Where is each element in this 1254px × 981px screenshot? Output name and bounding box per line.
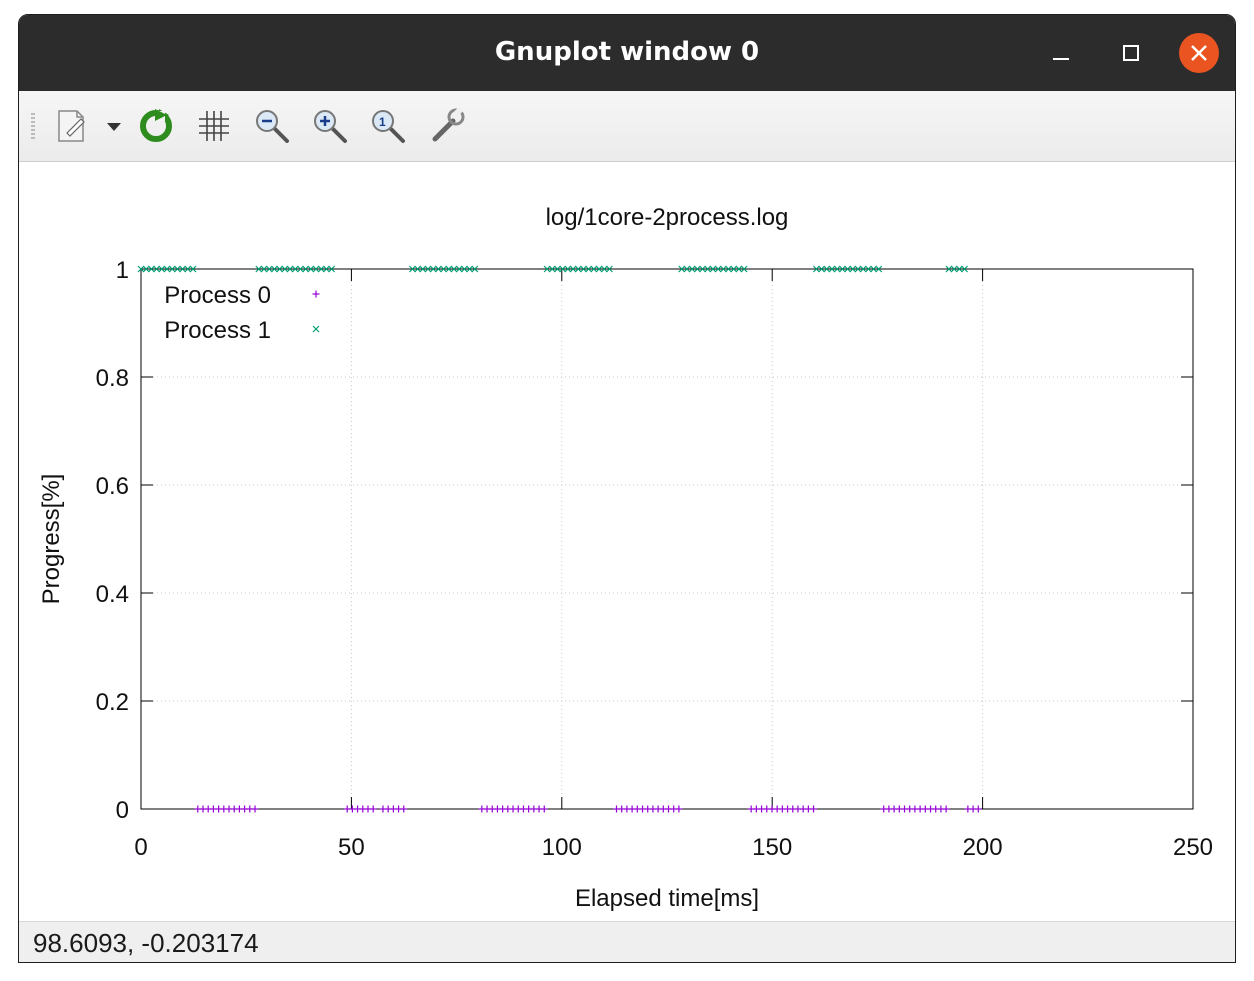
x-axis-label: Elapsed time[ms]	[575, 885, 759, 912]
replot-icon	[140, 109, 172, 142]
process-0-point	[942, 805, 950, 813]
plot-frame	[140, 268, 1194, 810]
y-tick-label: 0	[116, 797, 129, 824]
legend: Process 0 Process 1	[164, 282, 320, 344]
close-button[interactable]	[1179, 33, 1219, 73]
zoom-out-button[interactable]	[251, 105, 293, 147]
grid-lines	[141, 269, 1193, 809]
y-tick-label: 0.4	[96, 581, 129, 608]
replot-button[interactable]	[135, 105, 177, 147]
zoom-out-icon	[256, 110, 289, 143]
legend-label: Process 1	[164, 317, 271, 344]
zoom-in-button[interactable]	[309, 105, 351, 147]
process-0-point	[810, 805, 818, 813]
toolbar: 1	[19, 91, 1235, 162]
process-0-point	[251, 805, 259, 813]
x-tick-label: 200	[963, 834, 1003, 861]
process-0-point	[675, 805, 683, 813]
zoom-reset-button[interactable]: 1	[367, 105, 409, 147]
x-tick-label: 250	[1173, 834, 1213, 861]
maximize-button[interactable]	[1111, 33, 1151, 73]
process-0-point	[974, 805, 982, 813]
settings-icon	[432, 107, 465, 142]
process-0-point	[369, 805, 377, 813]
zoom-in-icon	[314, 110, 347, 143]
cursor-coordinates: 98.6093, -0.203174	[33, 928, 259, 958]
y-tick-label: 1	[116, 257, 129, 284]
process-0-point	[312, 290, 320, 298]
axis-ticks	[140, 268, 1194, 810]
process-1-point	[312, 325, 320, 333]
grid-icon	[199, 111, 229, 141]
scatter-chart[interactable]: 0 50 100 150 200 250 0 0.2 0.4 0.6 0.8 1 log/1core-…	[19, 162, 1235, 921]
x-tick-label: 0	[134, 834, 147, 861]
tick-labels: 0 50 100 150 200 250 0 0.2 0.4 0.6 0.8 1	[96, 257, 1213, 861]
export-icon	[58, 110, 121, 142]
gnuplot-window: Gnuplot window 0 1 0 50 100 150 200 250 …	[18, 14, 1236, 963]
process-0-point	[540, 805, 548, 813]
close-icon	[1191, 45, 1207, 61]
title-bar[interactable]: Gnuplot window 0	[19, 15, 1235, 91]
data-points	[137, 265, 982, 813]
x-tick-label: 100	[542, 834, 582, 861]
y-axis-label: Progress[%]	[38, 474, 65, 605]
y-tick-label: 0.6	[96, 473, 129, 500]
chart-title: log/1core-2process.log	[546, 204, 789, 231]
grid-button[interactable]	[193, 105, 235, 147]
minimize-icon	[1053, 58, 1069, 60]
minimize-button[interactable]	[1041, 33, 1081, 73]
y-tick-label: 0.2	[96, 689, 129, 716]
x-tick-label: 50	[338, 834, 365, 861]
maximize-icon	[1123, 45, 1139, 61]
export-button[interactable]	[53, 105, 125, 147]
process-0-point	[400, 805, 408, 813]
settings-button[interactable]	[425, 105, 467, 147]
toolbar-grip[interactable]	[31, 113, 35, 139]
plot-area[interactable]: 0 50 100 150 200 250 0 0.2 0.4 0.6 0.8 1 log/1core-…	[19, 162, 1235, 921]
zoom-reset-icon: 1	[372, 110, 405, 143]
status-bar: 98.6093, -0.203174	[19, 921, 1235, 962]
svg-text:1: 1	[379, 115, 386, 129]
x-tick-label: 150	[752, 834, 792, 861]
legend-label: Process 0	[164, 282, 271, 309]
y-tick-label: 0.8	[96, 365, 129, 392]
